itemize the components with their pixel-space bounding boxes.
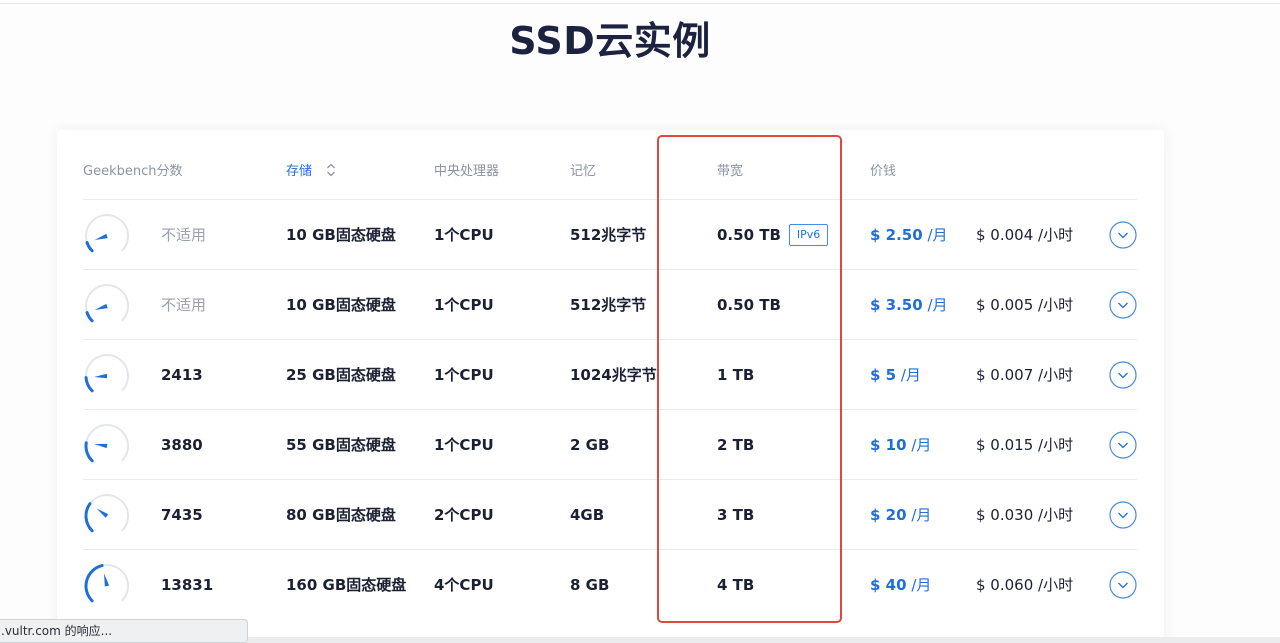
cpu-value: 1个CPU [434, 226, 494, 244]
header-geekbench: Geekbench分数 [83, 164, 183, 179]
chevron-down-icon[interactable] [1109, 221, 1137, 249]
geekbench-score: 7435 [161, 506, 203, 524]
gauge-fill [85, 310, 94, 323]
monthly-price-value: $ 3.50 [870, 296, 923, 314]
memory-value: 8 GB [570, 576, 610, 594]
memory-value: 1024兆字节 [570, 366, 657, 384]
monthly-price: $ 10 /月 [870, 410, 931, 480]
chevron-down-icon[interactable] [1109, 571, 1137, 599]
gauge-needle [94, 233, 108, 241]
monthly-price-unit: /月 [896, 366, 921, 384]
gauge-fill [84, 564, 104, 603]
header-storage[interactable]: 存储 [286, 160, 336, 181]
gauge-needle [94, 303, 108, 311]
monthly-price-value: $ 5 [870, 366, 897, 384]
gauge-needle [103, 573, 110, 587]
gauge-fill [85, 240, 94, 253]
monthly-price-value: $ 2.50 [870, 226, 923, 244]
header-cpu: 中央处理器 [434, 164, 500, 179]
storage-value: 80 GB固态硬盘 [286, 506, 396, 524]
geekbench-score: 13831 [161, 576, 214, 594]
header-memory: 记忆 [570, 164, 597, 179]
monthly-price-value: $ 20 [870, 506, 907, 524]
hourly-price: $ 0.030 /小时 [976, 506, 1074, 524]
monthly-price: $ 40 /月 [870, 550, 931, 620]
monthly-price-unit: /月 [906, 436, 932, 454]
header-price: 价钱 [870, 164, 897, 179]
gauge-track [85, 354, 129, 392]
table-row: 13831 160 GB固态硬盘 4个CPU 8 GB 4 TB $ 40 /月… [83, 549, 1137, 619]
geekbench-gauge-icon [85, 284, 129, 323]
monthly-price-unit: /月 [906, 576, 932, 594]
monthly-price-unit: /月 [922, 226, 948, 244]
hourly-price: $ 0.060 /小时 [976, 576, 1074, 594]
memory-value: 512兆字节 [570, 226, 647, 244]
monthly-price-value: $ 10 [870, 436, 907, 454]
cpu-value: 4个CPU [434, 576, 494, 594]
page-title: SSD云实例 [509, 19, 711, 63]
cpu-value: 2个CPU [434, 506, 494, 524]
cpu-value: 1个CPU [434, 436, 494, 454]
gauge-needle [94, 443, 108, 449]
hourly-price: $ 0.004 /小时 [976, 226, 1074, 244]
table-row: 不适用 10 GB固态硬盘 1个CPU 512兆字节 0.50 TB IPv6 $… [83, 199, 1137, 269]
monthly-price-unit: /月 [922, 296, 948, 314]
geekbench-score: 3880 [161, 436, 203, 454]
gauge-fill [84, 376, 94, 393]
bandwidth-highlight-box [657, 135, 842, 623]
chevron-down-icon[interactable] [1109, 501, 1137, 529]
gauge-fill [84, 502, 94, 533]
memory-value: 4GB [570, 506, 605, 524]
geekbench-score: 不适用 [161, 296, 207, 314]
cpu-value: 1个CPU [434, 296, 494, 314]
monthly-price-unit: /月 [906, 506, 932, 524]
hourly-price: $ 0.015 /小时 [976, 436, 1074, 454]
geekbench-gauge-icon [84, 564, 129, 603]
gauge-needle [94, 373, 108, 379]
storage-value: 160 GB固态硬盘 [286, 576, 407, 594]
storage-value: 25 GB固态硬盘 [286, 366, 396, 384]
table-row: 3880 55 GB固态硬盘 1个CPU 2 GB 2 TB $ 10 /月 $… [83, 409, 1137, 479]
browser-status-bar: .vultr.com 的响应... [0, 619, 248, 643]
geekbench-score: 不适用 [161, 226, 207, 244]
geekbench-gauge-icon [85, 214, 129, 253]
gauge-fill [84, 441, 94, 463]
monthly-price-value: $ 40 [870, 576, 907, 594]
chevron-down-icon[interactable] [1109, 291, 1137, 319]
table-row: 不适用 10 GB固态硬盘 1个CPU 512兆字节 0.50 TB $ 3.5… [83, 269, 1137, 339]
memory-value: 2 GB [570, 436, 610, 454]
hourly-price: $ 0.005 /小时 [976, 296, 1074, 314]
gauge-track [85, 424, 129, 462]
geekbench-gauge-icon [84, 424, 129, 463]
storage-value: 10 GB固态硬盘 [286, 296, 396, 314]
cpu-value: 1个CPU [434, 366, 494, 384]
gauge-track [85, 494, 129, 532]
storage-value: 55 GB固态硬盘 [286, 436, 396, 454]
geekbench-score: 2413 [161, 366, 203, 384]
gauge-track [85, 214, 129, 252]
gauge-track [85, 284, 129, 322]
sort-icon[interactable] [326, 163, 336, 181]
monthly-price: $ 3.50 /月 [870, 270, 948, 340]
geekbench-gauge-icon [84, 354, 129, 393]
table-row: 2413 25 GB固态硬盘 1个CPU 1024兆字节 1 TB $ 5 /月… [83, 339, 1137, 409]
hourly-price: $ 0.007 /小时 [976, 366, 1074, 384]
monthly-price: $ 2.50 /月 [870, 200, 948, 270]
monthly-price: $ 20 /月 [870, 480, 931, 550]
monthly-price: $ 5 /月 [870, 340, 921, 410]
gauge-needle [96, 508, 109, 518]
storage-value: 10 GB固态硬盘 [286, 226, 396, 244]
header-storage-label: 存储 [286, 164, 313, 179]
chevron-down-icon[interactable] [1109, 361, 1137, 389]
memory-value: 512兆字节 [570, 296, 647, 314]
geekbench-gauge-icon [84, 494, 129, 533]
table-row: 7435 80 GB固态硬盘 2个CPU 4GB 3 TB $ 20 /月 $ … [83, 479, 1137, 549]
top-divider [0, 3, 1280, 4]
chevron-down-icon[interactable] [1109, 431, 1137, 459]
